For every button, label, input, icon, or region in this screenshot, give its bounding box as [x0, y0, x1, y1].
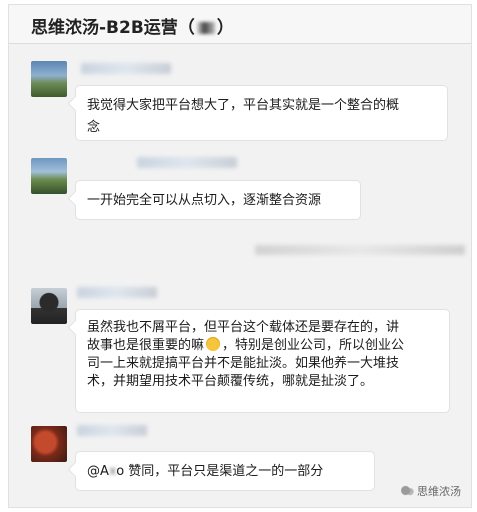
message-text: 念	[87, 120, 101, 135]
sender-name-blurred	[137, 157, 237, 168]
message-text: 术，并期望用技术平台颠覆传统，哪就是扯淡了。	[87, 374, 374, 389]
watermark: 思维浓汤	[401, 483, 461, 499]
chat-window: 思维浓汤-B2B运营（） 我觉得大家把平台想大了，平台其实就是一个整合的概 念 …	[8, 4, 472, 508]
message-text: 虽然我也不屑平台，但平台这个载体还是要存在的，讲	[87, 320, 400, 335]
chat-header: 思维浓汤-B2B运营（ ）	[9, 5, 471, 44]
watermark-text: 思维浓汤	[417, 485, 461, 498]
message-bubble[interactable]: 一开始完全可以从点切入，逐渐整合资源	[75, 180, 361, 220]
message-text: ，特别是创业公司，所以创业公	[222, 338, 405, 353]
mountain-avatar-icon[interactable]	[31, 158, 67, 194]
mention-text[interactable]: @A	[87, 464, 109, 479]
message-text-line: 故事也是很重要的嘛 ，特别是创业公司，所以创业公	[87, 337, 438, 355]
message-text: 司一上来就提搞平台并不是能扯淡。如果他养一大堆技	[87, 356, 400, 371]
sender-name-blurred	[77, 287, 157, 298]
system-notice-blurred	[255, 245, 465, 255]
message-text: o 赞同，平台只是渠道之一的一部分	[116, 464, 324, 479]
wechat-logo-icon	[401, 485, 414, 496]
member-count-blurred	[196, 22, 215, 34]
chat-title-close: ）	[216, 18, 234, 38]
message-bubble[interactable]: 我觉得大家把平台想大了，平台其实就是一个整合的概 念	[75, 85, 448, 141]
person-avatar-icon[interactable]	[31, 288, 67, 324]
message-bubble[interactable]: 虽然我也不屑平台，但平台这个载体还是要存在的，讲 故事也是很重要的嘛 ，特别是创业…	[75, 309, 450, 413]
sender-name-blurred	[77, 425, 147, 436]
red-avatar-icon[interactable]	[31, 426, 67, 462]
message-text: 我觉得大家把平台想大了，平台其实就是一个整合的概	[87, 98, 400, 113]
message-text-line: @Axo 赞同，平台只是渠道之一的一部分	[87, 461, 363, 483]
mention-blurred: x	[108, 464, 117, 479]
chat-title: 思维浓汤-B2B运营（ ）	[31, 13, 234, 38]
message-text: 故事也是很重要的嘛	[87, 338, 205, 353]
mountain-avatar-icon[interactable]	[31, 61, 67, 97]
sender-name-blurred	[81, 63, 171, 74]
chat-title-text: 思维浓汤-B2B运营（	[31, 18, 195, 38]
message-text: 一开始完全可以从点切入，逐渐整合资源	[87, 193, 322, 208]
message-bubble[interactable]: @Axo 赞同，平台只是渠道之一的一部分	[75, 451, 375, 491]
grin-emoji-icon	[206, 337, 221, 351]
